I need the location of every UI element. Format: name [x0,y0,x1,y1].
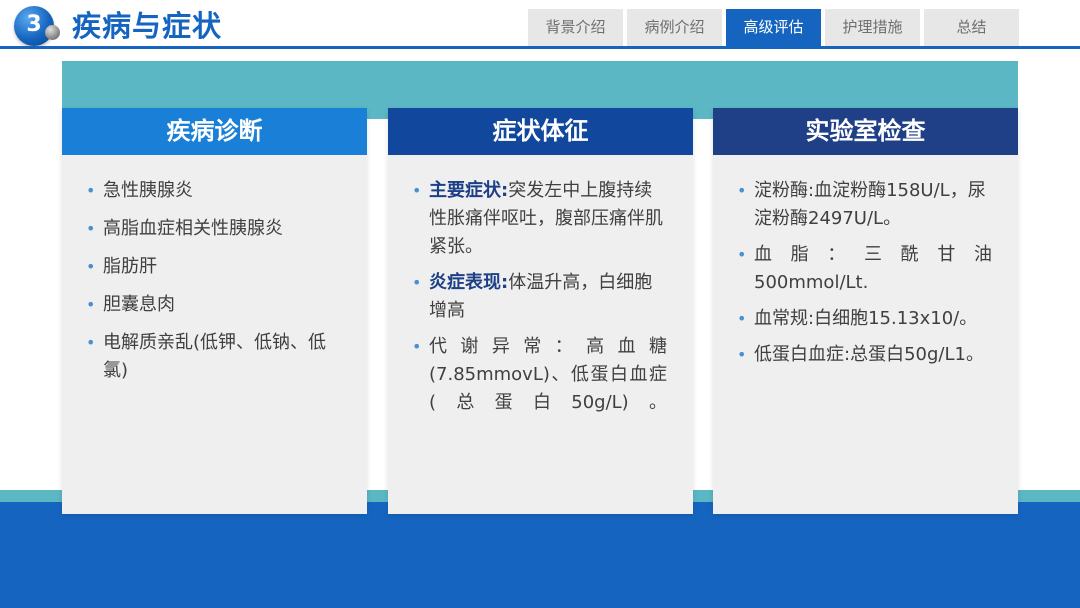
symptoms-list: 主要症状:突发左中上腹持续性胀痛伴呕吐，腹部压痛伴肌紧张。 炎症表现:体温升高，… [412,177,667,417]
item-keyword: 炎症表现: [429,272,509,293]
card-lab-tests: 实验室检查 淀粉酶:血淀粉酶158U/L，尿淀粉酶2497U/L。 血脂：三酰甘… [713,108,1018,514]
list-item: 淀粉酶:血淀粉酶158U/L，尿淀粉酶2497U/L。 [737,177,992,233]
nav-tabs: 背景介绍 病例介绍 高级评估 护理措施 总结 [528,9,1019,46]
list-item: 胆囊息肉 [86,291,341,319]
card-diagnosis: 疾病诊断 急性胰腺炎 高脂血症相关性胰腺炎 脂肪肝 胆囊息肉 电解质亲乱(低钾、… [62,108,367,514]
list-item: 主要症状:突发左中上腹持续性胀痛伴呕吐，腹部压痛伴肌紧张。 [412,177,667,261]
list-item: 代谢异常：高血糖(7.85mmovL)、低蛋白血症(总蛋白50g/L)。 [412,333,667,417]
card-title: 疾病诊断 [62,108,367,155]
card-title: 实验室检查 [713,108,1018,155]
list-item: 高脂血症相关性胰腺炎 [86,215,341,243]
diagnosis-list: 急性胰腺炎 高脂血症相关性胰腺炎 脂肪肝 胆囊息肉 电解质亲乱(低钾、低钠、低氯… [86,177,341,385]
card-symptoms: 症状体征 主要症状:突发左中上腹持续性胀痛伴呕吐，腹部压痛伴肌紧张。 炎症表现:… [388,108,693,514]
list-item: 电解质亲乱(低钾、低钠、低氯) [86,329,341,385]
tab-advanced-assessment[interactable]: 高级评估 [726,9,821,46]
lab-tests-list: 淀粉酶:血淀粉酶158U/L，尿淀粉酶2497U/L。 血脂：三酰甘油500mm… [737,177,992,369]
list-item: 低蛋白血症:总蛋白50g/L1。 [737,341,992,369]
tab-background[interactable]: 背景介绍 [528,9,623,46]
list-item: 血脂：三酰甘油500mmol/Lt. [737,241,992,297]
list-item: 脂肪肝 [86,253,341,281]
tab-summary[interactable]: 总结 [924,9,1019,46]
tab-nursing-measures[interactable]: 护理措施 [825,9,920,46]
badge-sphere-icon [45,25,60,40]
header: 3 疾病与症状 背景介绍 病例介绍 高级评估 护理措施 总结 [0,0,1080,52]
item-keyword: 主要症状: [429,180,509,201]
list-item: 血常规:白细胞15.13x10/。 [737,305,992,333]
card-title: 症状体征 [388,108,693,155]
list-item: 炎症表现:体温升高，白细胞增高 [412,269,667,325]
tab-case[interactable]: 病例介绍 [627,9,722,46]
header-divider [0,46,1080,49]
page-title: 疾病与症状 [72,9,223,43]
bottom-blue-band [0,502,1080,608]
list-item: 急性胰腺炎 [86,177,341,205]
